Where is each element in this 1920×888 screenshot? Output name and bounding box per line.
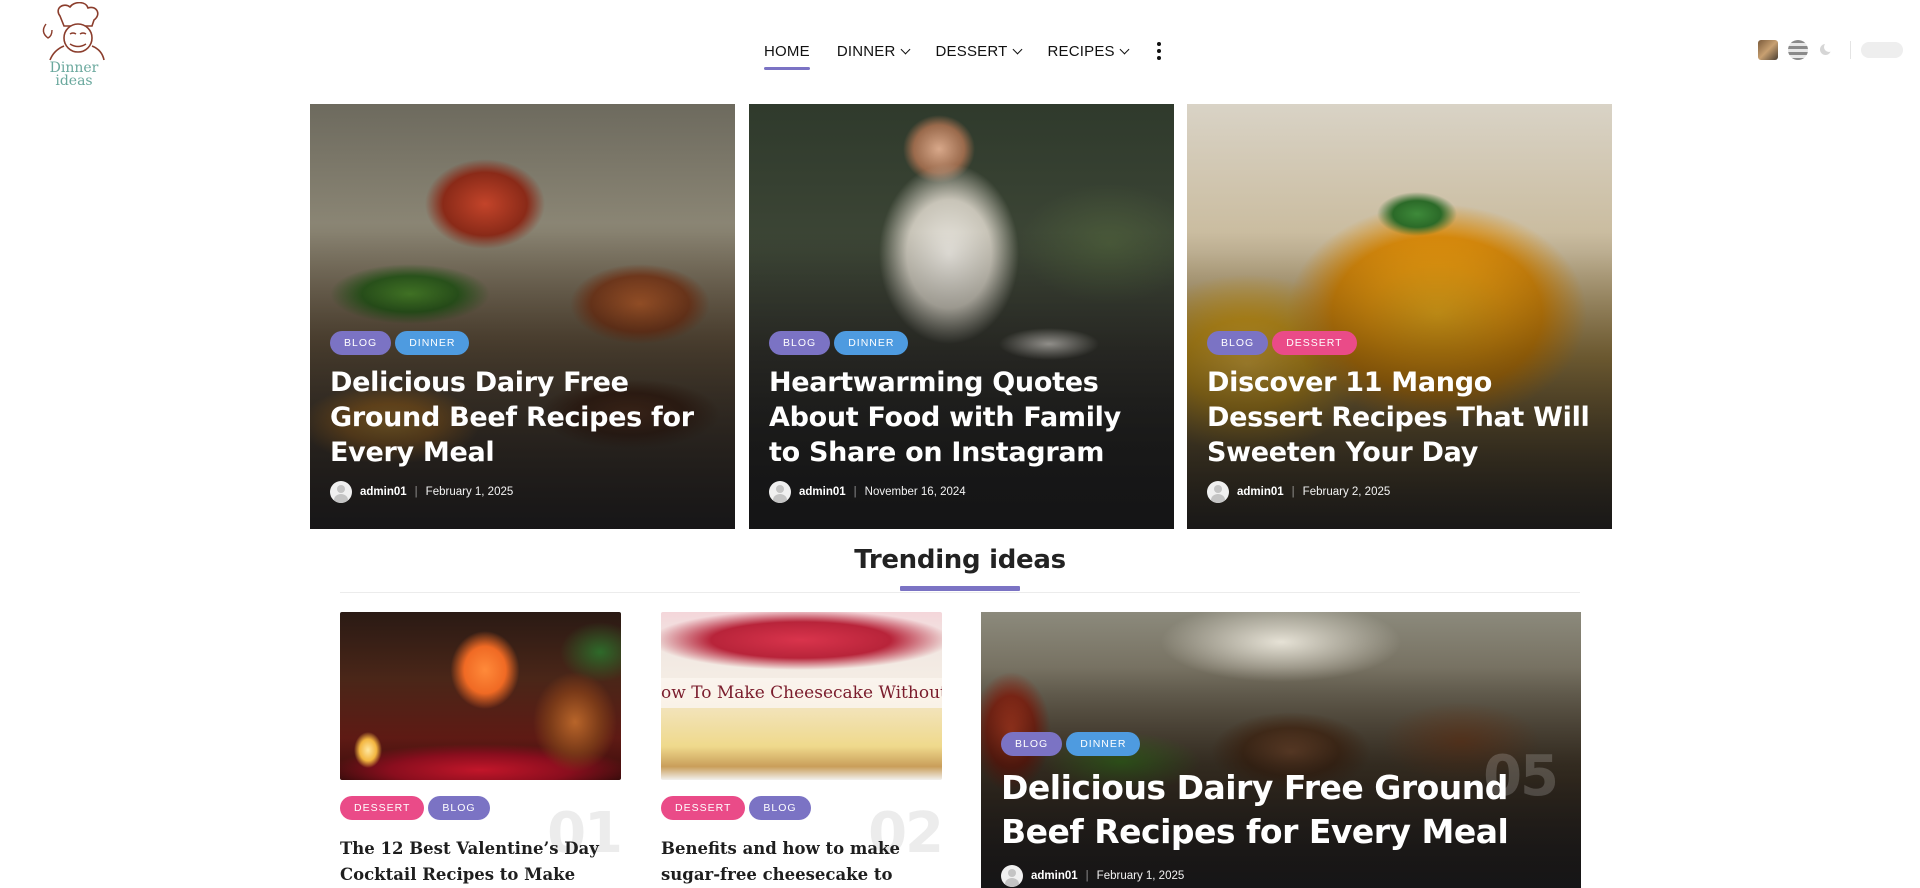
nav-item-label: DESSERT: [935, 42, 1008, 60]
section-divider: [340, 592, 1580, 593]
nav-item-label: RECIPES: [1047, 42, 1115, 60]
nav-item-home[interactable]: HOME: [764, 38, 810, 70]
hero-card[interactable]: BLOG DINNER Delicious Dairy Free Ground …: [310, 104, 735, 529]
nav-item-recipes[interactable]: RECIPES: [1047, 38, 1130, 64]
nav-item-dinner[interactable]: DINNER: [836, 38, 910, 64]
post-author[interactable]: admin01: [1237, 486, 1284, 498]
hero-card[interactable]: BLOG DINNER Heartwarming Quotes About Fo…: [749, 104, 1174, 529]
tag-dinner[interactable]: DINNER: [395, 331, 470, 355]
tag-blog[interactable]: BLOG: [749, 796, 811, 820]
chevron-down-icon: [1012, 44, 1022, 54]
section-title: Trending ideas: [854, 545, 1066, 575]
avatar[interactable]: [769, 481, 791, 503]
main-nav: HOME DINNER DESSERT RECIPES: [764, 36, 1163, 70]
post-meta: admin01 | February 1, 2025: [1001, 865, 1561, 887]
hero-content: BLOG DINNER Delicious Dairy Free Ground …: [330, 331, 719, 503]
image-caption-banner: ow To Make Cheesecake Without Sug: [661, 678, 942, 708]
trending-image[interactable]: [340, 612, 621, 780]
hero-content: BLOG DINNER Heartwarming Quotes About Fo…: [769, 331, 1158, 503]
meta-separator: |: [853, 486, 857, 498]
tag-blog[interactable]: BLOG: [769, 331, 831, 355]
avatar[interactable]: [1001, 865, 1023, 887]
post-title[interactable]: Benefits and how to make sugar-free chee…: [661, 836, 942, 888]
post-title[interactable]: The 12 Best Valentine’s Day Cocktail Rec…: [340, 836, 621, 888]
hero-content: BLOG DESSERT Discover 11 Mango Dessert R…: [1207, 331, 1596, 503]
chef-logo-icon: [42, 1, 105, 61]
chevron-down-icon: [900, 44, 910, 54]
tag-list: BLOG DINNER: [330, 331, 719, 355]
post-author[interactable]: admin01: [799, 486, 846, 498]
hero-card[interactable]: BLOG DESSERT Discover 11 Mango Dessert R…: [1187, 104, 1612, 529]
logo-text-line2: ideas: [55, 73, 93, 89]
trending-card[interactable]: 01 DESSERT BLOG The 12 Best Valentine’s …: [340, 612, 623, 888]
thumbnail-icon[interactable]: [1758, 40, 1778, 60]
trending-image[interactable]: ow To Make Cheesecake Without Sug: [661, 612, 942, 780]
tag-list: BLOG DINNER: [1001, 732, 1561, 756]
tag-dinner[interactable]: DINNER: [1066, 732, 1141, 756]
globe-icon[interactable]: [1788, 40, 1808, 60]
post-title[interactable]: Delicious Dairy Free Ground Beef Recipes…: [330, 365, 719, 470]
tag-blog[interactable]: BLOG: [428, 796, 490, 820]
post-title[interactable]: Heartwarming Quotes About Food with Fami…: [769, 365, 1158, 470]
post-meta: admin01 | February 1, 2025: [330, 481, 719, 503]
section-title-underline: [900, 586, 1020, 591]
post-meta: admin01 | November 16, 2024: [769, 481, 1158, 503]
post-date: February 1, 2025: [425, 486, 514, 498]
header-tools: [1758, 39, 1903, 61]
tag-dessert[interactable]: DESSERT: [1272, 331, 1357, 355]
post-date: February 2, 2025: [1302, 486, 1391, 498]
logo-text: Dinner ideas: [34, 61, 114, 89]
site-logo[interactable]: Dinner ideas: [34, 1, 114, 92]
post-meta: admin01 | February 2, 2025: [1207, 481, 1596, 503]
post-title[interactable]: Discover 11 Mango Dessert Recipes That W…: [1207, 365, 1596, 470]
featured-content: BLOG DINNER Delicious Dairy Free Ground …: [1001, 732, 1561, 887]
featured-trending-card[interactable]: 05 BLOG DINNER Delicious Dairy Free Grou…: [981, 612, 1581, 888]
site-header: Dinner ideas HOME DINNER DESSERT RECIPES: [0, 0, 1920, 98]
post-author[interactable]: admin01: [360, 486, 407, 498]
tag-blog[interactable]: BLOG: [1207, 331, 1269, 355]
nav-item-dessert[interactable]: DESSERT: [935, 38, 1022, 64]
tag-list: BLOG DESSERT: [1207, 331, 1596, 355]
tag-dessert[interactable]: DESSERT: [661, 796, 746, 820]
trending-card[interactable]: ow To Make Cheesecake Without Sug 02 DES…: [661, 612, 944, 888]
tag-list: BLOG DINNER: [769, 331, 1158, 355]
image-caption: ow To Make Cheesecake Without Sug: [661, 683, 942, 703]
tag-blog[interactable]: BLOG: [1001, 732, 1063, 756]
dark-mode-moon-icon[interactable]: [1820, 42, 1834, 57]
avatar[interactable]: [330, 481, 352, 503]
tag-blog[interactable]: BLOG: [330, 331, 392, 355]
toggle-pill[interactable]: [1861, 42, 1903, 58]
avatar[interactable]: [1207, 481, 1229, 503]
chevron-down-icon: [1119, 44, 1130, 54]
post-author[interactable]: admin01: [1031, 870, 1078, 882]
divider: [1850, 41, 1851, 59]
post-date: February 1, 2025: [1096, 870, 1185, 882]
vertical-dots-icon[interactable]: [1155, 42, 1163, 60]
nav-item-label: DINNER: [836, 42, 896, 60]
post-date: November 16, 2024: [864, 486, 966, 498]
post-title[interactable]: Delicious Dairy Free Ground Beef Recipes…: [1001, 766, 1561, 854]
tag-dinner[interactable]: DINNER: [834, 331, 909, 355]
tag-dessert[interactable]: DESSERT: [340, 796, 425, 820]
meta-separator: |: [1085, 870, 1089, 882]
nav-item-label: HOME: [764, 42, 810, 60]
meta-separator: |: [1291, 486, 1295, 498]
meta-separator: |: [414, 486, 418, 498]
